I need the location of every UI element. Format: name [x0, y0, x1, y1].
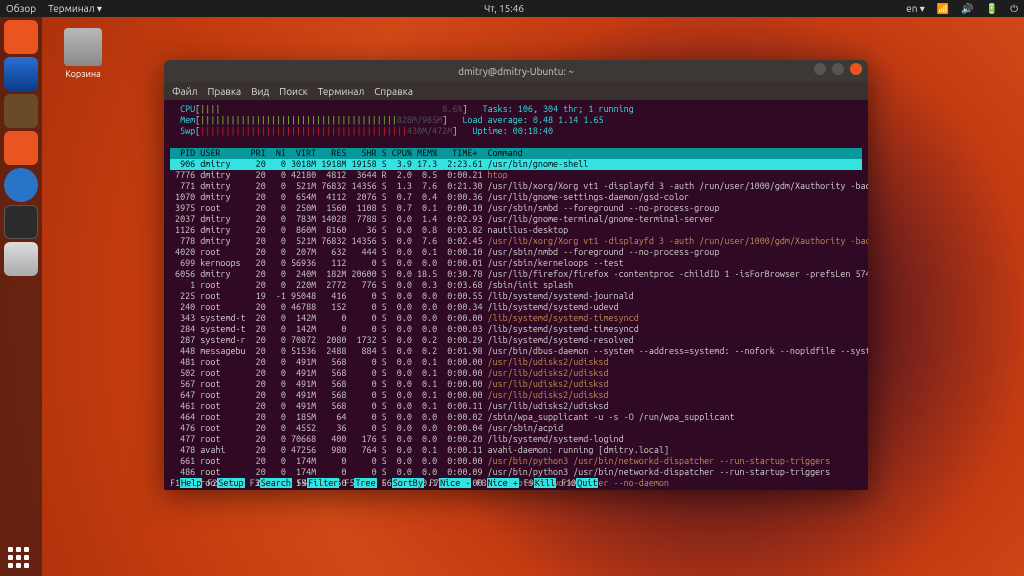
input-source[interactable]: en ▾ [906, 3, 925, 15]
window-titlebar[interactable]: dmitry@dmitry-Ubuntu: ~ [164, 60, 868, 82]
dock-terminal-icon[interactable] [4, 205, 38, 239]
load-line: Load average: 0.48 1.14 1.65 [462, 115, 603, 125]
process-row[interactable]: 477 root 20 0 70668 400 176 S 0.0 0.0 0:… [170, 434, 862, 445]
cpu-pct: 8.6% [442, 104, 462, 114]
process-row[interactable]: 486 root 20 0 174M 0 0 S 0.0 0.0 0:00.09… [170, 467, 862, 478]
process-row[interactable]: 7776 dmitry 20 0 42180 4812 3644 R 2.0 0… [170, 170, 862, 181]
process-row[interactable]: 448 messagebu 20 0 51536 2488 884 S 0.0 … [170, 346, 862, 357]
menu-file[interactable]: Файл [172, 86, 197, 97]
process-row[interactable]: 771 dmitry 20 0 521M 76832 14356 S 1.3 7… [170, 181, 862, 192]
swp-line: 430M/472M [407, 126, 452, 136]
process-row[interactable]: 647 root 20 0 491M 568 0 S 0.0 0.1 0:00.… [170, 390, 862, 401]
mem-line: 828M/985M [397, 115, 442, 125]
process-row[interactable]: 4020 root 20 0 207M 632 444 S 0.0 0.1 0:… [170, 247, 862, 258]
trash-label: Корзина [65, 69, 100, 79]
dock-files-icon[interactable] [4, 20, 38, 54]
menu-terminal[interactable]: Терминал [318, 86, 365, 97]
dock-help-icon[interactable] [4, 168, 38, 202]
process-row[interactable]: 478 avahi 20 0 47256 980 764 S 0.0 0.1 0… [170, 445, 862, 456]
window-title: dmitry@dmitry-Ubuntu: ~ [458, 66, 574, 77]
process-row[interactable]: 225 root 19 -1 95048 416 0 S 0.0 0.0 0:0… [170, 291, 862, 302]
process-row[interactable]: 284 systemd-t 20 0 142M 0 0 S 0.0 0.0 0:… [170, 324, 862, 335]
process-row[interactable]: 461 root 20 0 491M 568 0 S 0.0 0.1 0:00.… [170, 401, 862, 412]
htop-fkeys: F1Help F2Setup F3Search F4Filter F5Tree … [170, 478, 862, 488]
process-row[interactable]: 1 root 20 0 220M 2772 776 S 0.0 0.3 0:03… [170, 280, 862, 291]
maximize-button[interactable] [832, 63, 844, 75]
dock-printer-icon[interactable] [4, 242, 38, 276]
tasks-line: Tasks: 106, 304 thr; 1 running [483, 104, 634, 114]
process-row[interactable]: 6056 dmitry 20 0 240M 182M 20600 S 0.0 1… [170, 269, 862, 280]
trash-desktop-icon[interactable]: Корзина [58, 28, 108, 79]
network-icon[interactable]: 📶 [937, 3, 949, 15]
process-row[interactable]: 3975 root 20 0 250M 1560 1108 S 0.7 0.1 … [170, 203, 862, 214]
volume-icon[interactable]: 🔊 [961, 3, 973, 15]
process-row[interactable]: 778 dmitry 20 0 521M 76832 14356 S 0.0 7… [170, 236, 862, 247]
clock[interactable]: Чт, 15:46 [484, 3, 524, 14]
process-row[interactable]: 1126 dmitry 20 0 860M 8160 36 S 0.0 0.8 … [170, 225, 862, 236]
show-applications-button[interactable] [8, 547, 29, 568]
activities-button[interactable]: Обзор [6, 3, 36, 14]
menu-help[interactable]: Справка [374, 86, 413, 97]
close-button[interactable] [850, 63, 862, 75]
terminal-menubar: Файл Правка Вид Поиск Терминал Справка [164, 82, 868, 100]
process-row[interactable]: 343 systemd-t 20 0 142M 0 0 S 0.0 0.0 0:… [170, 313, 862, 324]
process-row[interactable]: 1070 dmitry 20 0 654M 4112 2076 S 0.7 0.… [170, 192, 862, 203]
dock-software-icon[interactable] [4, 131, 38, 165]
terminal-window: dmitry@dmitry-Ubuntu: ~ Файл Правка Вид … [164, 60, 868, 490]
menu-search[interactable]: Поиск [279, 86, 307, 97]
process-row[interactable]: 481 root 20 0 491M 568 0 S 0.0 0.1 0:00.… [170, 357, 862, 368]
minimize-button[interactable] [814, 63, 826, 75]
uptime-line: Uptime: 00:18:40 [472, 126, 553, 136]
terminal-output[interactable]: CPU[|||| 8.6%] Tasks: 106, 304 thr; 1 ru… [164, 100, 868, 490]
power-icon[interactable]: ⏻ [1010, 3, 1018, 15]
process-row[interactable]: 287 systemd-r 20 0 70872 2080 1732 S 0.0… [170, 335, 862, 346]
dock-files2-icon[interactable] [4, 94, 38, 128]
process-row[interactable]: 661 root 20 0 174M 0 0 S 0.0 0.0 0:00.00… [170, 456, 862, 467]
process-row[interactable]: 567 root 20 0 491M 568 0 S 0.0 0.1 0:00.… [170, 379, 862, 390]
process-header[interactable]: PID USER PRI NI VIRT RES SHR S CPU% MEM%… [170, 148, 862, 159]
battery-icon[interactable]: 🔋 [986, 3, 998, 15]
process-row[interactable]: 476 root 20 0 4552 36 0 S 0.0 0.0 0:00.0… [170, 423, 862, 434]
process-row[interactable]: 502 root 20 0 491M 568 0 S 0.0 0.1 0:00.… [170, 368, 862, 379]
top-panel: Обзор Терминал ▾ Чт, 15:46 en ▾ 📶 🔊 🔋 ⏻ [0, 0, 1024, 17]
process-row[interactable]: 2037 dmitry 20 0 783M 14028 7788 S 0.0 1… [170, 214, 862, 225]
process-row[interactable]: 580 root 20 0 554M 1360 0 S 0.0 0.0 0:00… [170, 489, 862, 490]
dock [0, 17, 42, 576]
process-row[interactable]: 699 kernoops 20 0 56936 112 0 S 0.0 0.0 … [170, 258, 862, 269]
menu-edit[interactable]: Правка [207, 86, 241, 97]
menu-view[interactable]: Вид [251, 86, 269, 97]
app-menu[interactable]: Терминал ▾ [48, 3, 102, 15]
selected-process[interactable]: 906 dmitry 20 0 3018M 1918M 19158 S 3.9 … [170, 159, 862, 170]
dock-firefox-icon[interactable] [4, 57, 38, 91]
process-row[interactable]: 240 root 20 0 46788 152 0 S 0.0 0.0 0:00… [170, 302, 862, 313]
process-row[interactable]: 464 root 20 0 185M 64 0 S 0.0 0.0 0:00.0… [170, 412, 862, 423]
